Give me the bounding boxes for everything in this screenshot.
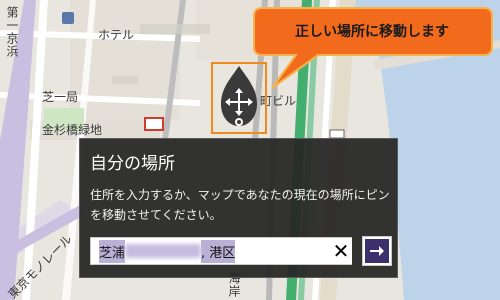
- redacted-address: [125, 244, 202, 258]
- panel-description: 住所を入力するか、マップであなたの現在の場所にピンを移動させてください。: [90, 188, 390, 222]
- address-input[interactable]: 芝浦 , 港区: [90, 237, 352, 265]
- address-prefix: 芝浦: [99, 239, 126, 263]
- location-pin-icon: [221, 66, 257, 126]
- map-label-first-keihin: 第一京浜: [5, 6, 19, 58]
- map-label-shiba-1: 芝一局: [42, 90, 79, 104]
- map-label-kanasugibashi-ryokuchi: 金杉橋緑地: [42, 123, 103, 137]
- location-pin[interactable]: [211, 62, 267, 134]
- close-icon: ✕: [332, 239, 350, 263]
- go-button[interactable]: [362, 236, 392, 266]
- clear-button[interactable]: ✕: [330, 237, 352, 265]
- my-location-panel: 自分の場所 住所を入力するか、マップであなたの現在の場所にピンを移動させてくださ…: [79, 138, 398, 278]
- arrow-right-icon: [370, 246, 384, 256]
- address-suffix: , 港区: [201, 239, 236, 263]
- panel-title: 自分の場所: [90, 154, 175, 174]
- map-label-hotel: ホテル: [98, 28, 135, 42]
